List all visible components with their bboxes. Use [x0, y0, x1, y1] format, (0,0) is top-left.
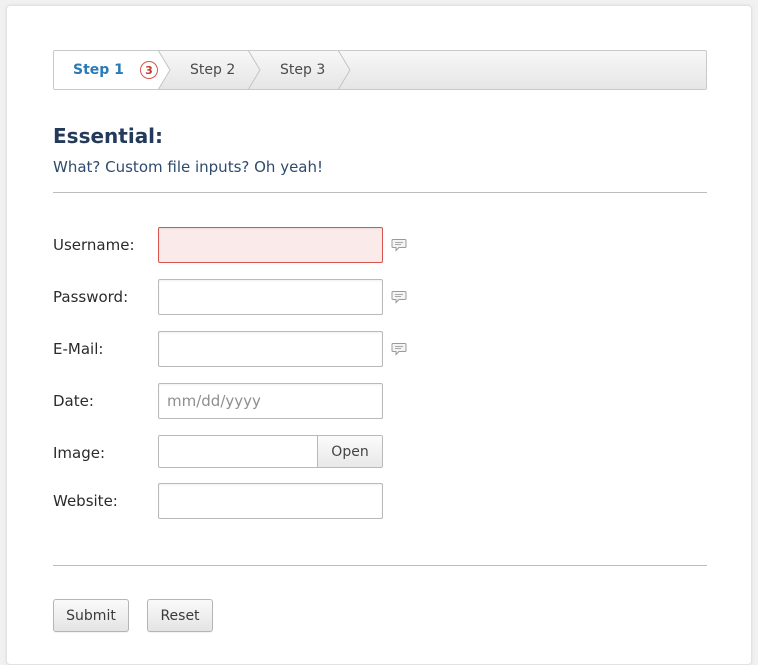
step-navigation: Step 1 3 Step 2 Step 3	[53, 50, 707, 90]
submit-button[interactable]: Submit	[53, 599, 129, 632]
website-input[interactable]	[158, 483, 383, 519]
step-2-tab[interactable]: Step 2	[190, 51, 235, 89]
section-subtitle: What? Custom file inputs? Oh yeah!	[53, 158, 324, 176]
password-label: Password:	[53, 288, 129, 306]
username-input[interactable]	[158, 227, 383, 263]
step-1-label: Step 1	[73, 62, 124, 78]
step-3-tab[interactable]: Step 3	[280, 51, 325, 89]
image-label: Image:	[53, 444, 106, 462]
step-separator-icon	[158, 51, 171, 89]
file-open-button[interactable]: Open	[317, 436, 382, 467]
reset-button[interactable]: Reset	[147, 599, 213, 632]
step-2-label: Step 2	[190, 62, 236, 78]
email-input[interactable]	[158, 331, 383, 367]
step-separator-icon	[338, 51, 351, 89]
website-label: Website:	[53, 492, 118, 510]
step-1-tab[interactable]: Step 1 3	[73, 51, 158, 89]
speech-bubble-icon[interactable]	[391, 290, 407, 304]
section-title: Essential:	[53, 124, 164, 148]
divider	[53, 192, 707, 193]
date-label: Date:	[53, 392, 94, 410]
date-input[interactable]	[158, 383, 383, 419]
email-label: E-Mail:	[53, 340, 104, 358]
speech-bubble-icon[interactable]	[391, 342, 407, 356]
step-separator-icon	[248, 51, 261, 89]
image-file-input[interactable]: Open	[158, 435, 383, 468]
password-input[interactable]	[158, 279, 383, 315]
speech-bubble-icon[interactable]	[391, 238, 407, 252]
step-1-error-badge: 3	[139, 61, 158, 79]
step-3-label: Step 3	[280, 62, 326, 78]
divider	[53, 565, 707, 566]
username-label: Username:	[53, 236, 135, 254]
